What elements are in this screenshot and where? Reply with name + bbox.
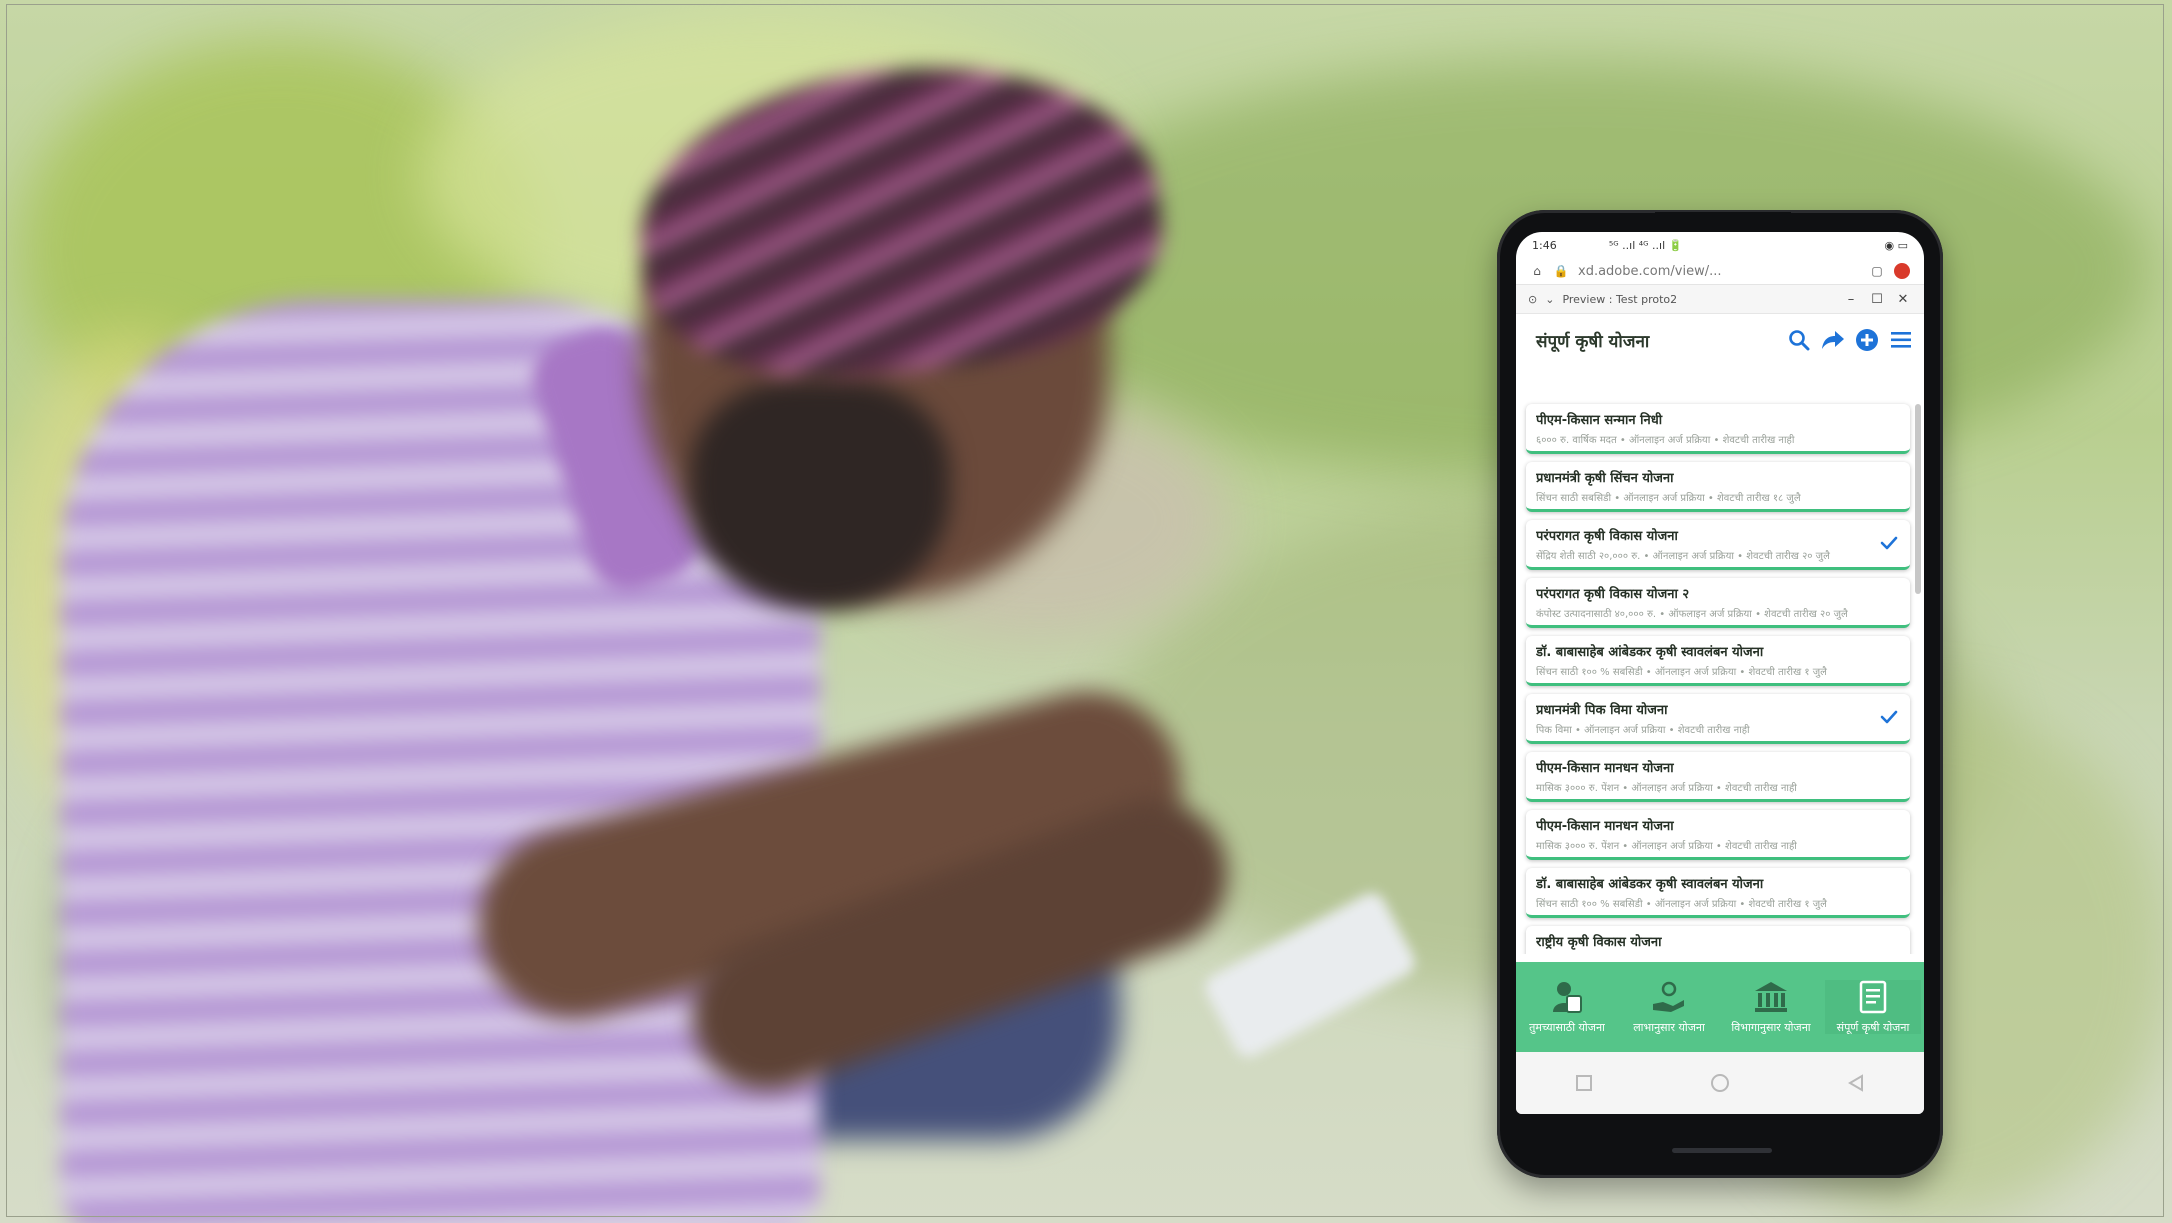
scheme-list[interactable]: पीएम-किसान सन्मान निधी ६००० रु. वार्षिक म… bbox=[1516, 398, 1924, 954]
nav-item-label: विभागानुसार योजना bbox=[1731, 1021, 1811, 1034]
scheme-description: कंपोस्ट उत्पादनासाठी ४०,००० रु. • ऑफलाइन… bbox=[1536, 609, 1848, 620]
scheme-card[interactable]: पीएम-किसान मानधन योजना मासिक ३००० रु. पें… bbox=[1526, 752, 1910, 802]
scheme-description: मासिक ३००० रु. पेंशन • ऑनलाइन अर्ज प्रक्… bbox=[1536, 841, 1797, 852]
nav-item-label: तुमच्यासाठी योजना bbox=[1529, 1021, 1605, 1034]
preview-window-bar: ⊙ ⌄ Preview : Test proto2 – ☐ ✕ bbox=[1516, 285, 1924, 314]
nav-item[interactable]: लाभानुसार योजना bbox=[1621, 980, 1717, 1034]
tabs-icon[interactable]: ▢ bbox=[1870, 264, 1884, 278]
nav-item[interactable]: संपूर्ण कृषी योजना bbox=[1825, 980, 1921, 1034]
scheme-card[interactable]: डॉ. बाबासाहेब आंबेडकर कृषी स्वावलंबन योज… bbox=[1526, 868, 1910, 918]
checkmark-icon bbox=[1880, 710, 1898, 724]
scheme-description: सेंद्रिय शेती साठी २०,००० रु. • ऑनलाइन अ… bbox=[1536, 551, 1830, 562]
scheme-description: पिक विमा • ऑनलाइन अर्ज प्रक्रिया • शेवटच… bbox=[1536, 725, 1750, 736]
back-icon[interactable] bbox=[1843, 1070, 1869, 1096]
scheme-card[interactable]: परंपरागत कृषी विकास योजना २ कंपोस्ट उत्पा… bbox=[1526, 578, 1910, 628]
document-list-icon bbox=[1858, 980, 1888, 1021]
status-battery: ◉ ▭ bbox=[1884, 238, 1909, 252]
url-text[interactable]: xd.adobe.com/view/... bbox=[1578, 264, 1860, 279]
home-circle-icon[interactable] bbox=[1707, 1070, 1733, 1096]
scheme-card[interactable]: प्रधानमंत्री कृषी सिंचन योजना सिंचन साठी … bbox=[1526, 462, 1910, 512]
add-circle-icon[interactable] bbox=[1854, 327, 1880, 353]
person-document-icon bbox=[1550, 980, 1584, 1021]
scheme-description: सिंचन साठी सबसिडी • ऑनलाइन अर्ज प्रक्रिय… bbox=[1536, 493, 1801, 504]
hand-coins-icon bbox=[1651, 980, 1687, 1021]
scheme-description: सिंचन साठी १०० % सबसिडी • ऑनलाइन अर्ज प्… bbox=[1536, 899, 1827, 910]
scheme-description: मासिक ३००० रु. पेंशन • ऑनलाइन अर्ज प्रक्… bbox=[1536, 783, 1797, 794]
scrollbar[interactable] bbox=[1915, 404, 1921, 594]
scheme-name: पीएम-किसान सन्मान निधी bbox=[1536, 413, 1663, 428]
lock-icon: 🔒 bbox=[1553, 264, 1569, 278]
scheme-name: प्रधानमंत्री कृषी सिंचन योजना bbox=[1536, 471, 1674, 486]
minimize-icon[interactable]: – bbox=[1842, 292, 1860, 307]
checkmark-icon bbox=[1880, 536, 1898, 550]
scheme-name: राष्ट्रीय कृषी विकास योजना bbox=[1536, 935, 1662, 950]
scheme-card[interactable]: डॉ. बाबासाहेब आंबेडकर कृषी स्वावलंबन योज… bbox=[1526, 636, 1910, 686]
bottom-navigation: तुमच्यासाठी योजना लाभानुसार योजना विभागानु… bbox=[1516, 962, 1924, 1052]
scheme-name: पीएम-किसान मानधन योजना bbox=[1536, 819, 1674, 834]
nav-item-label: संपूर्ण कृषी योजना bbox=[1836, 1021, 1910, 1034]
scheme-card[interactable]: पीएम-किसान सन्मान निधी ६००० रु. वार्षिक म… bbox=[1526, 404, 1910, 454]
scheme-card[interactable]: प्रधानमंत्री पिक विमा योजना पिक विमा • ऑन… bbox=[1526, 694, 1910, 744]
record-icon[interactable] bbox=[1894, 263, 1910, 279]
scheme-card[interactable]: राष्ट्रीय कृषी विकास योजना bbox=[1526, 926, 1910, 954]
nav-item[interactable]: तुमच्यासाठी योजना bbox=[1519, 980, 1615, 1034]
menu-icon[interactable] bbox=[1888, 327, 1914, 353]
scheme-name: परंपरागत कृषी विकास योजना २ bbox=[1536, 587, 1690, 602]
scheme-card[interactable]: पीएम-किसान मानधन योजना मासिक ३००० रु. पें… bbox=[1526, 810, 1910, 860]
browser-address-bar[interactable]: ⌂ 🔒 xd.adobe.com/view/... ▢ bbox=[1516, 258, 1924, 285]
preview-app-icon: ⊙ bbox=[1528, 292, 1538, 306]
scheme-description: ६००० रु. वार्षिक मदत • ऑनलाइन अर्ज प्रक्… bbox=[1536, 435, 1795, 446]
phone-home-indicator bbox=[1672, 1148, 1772, 1153]
scheme-name: पीएम-किसान मानधन योजना bbox=[1536, 761, 1674, 776]
scheme-name: प्रधानमंत्री पिक विमा योजना bbox=[1536, 703, 1668, 718]
scheme-name: डॉ. बाबासाहेब आंबेडकर कृषी स्वावलंबन योज… bbox=[1536, 645, 1764, 660]
status-time: 1:46 bbox=[1532, 238, 1557, 252]
nav-item[interactable]: विभागानुसार योजना bbox=[1723, 980, 1819, 1034]
preview-title: Preview : Test proto2 bbox=[1562, 292, 1678, 306]
scheme-name: परंपरागत कृषी विकास योजना bbox=[1536, 529, 1678, 544]
scheme-card[interactable]: परंपरागत कृषी विकास योजना सेंद्रिय शेती स… bbox=[1526, 520, 1910, 570]
app-header: संपूर्ण कृषी योजना bbox=[1516, 314, 1924, 366]
search-icon[interactable] bbox=[1786, 327, 1812, 353]
home-icon[interactable]: ⌂ bbox=[1530, 264, 1544, 278]
page-title: संपूर्ण कृषी योजना bbox=[1536, 331, 1650, 352]
recents-icon[interactable] bbox=[1571, 1070, 1597, 1096]
nav-item-label: लाभानुसार योजना bbox=[1633, 1021, 1705, 1034]
scheme-name: डॉ. बाबासाहेब आंबेडकर कृषी स्वावलंबन योज… bbox=[1536, 877, 1764, 892]
share-icon[interactable] bbox=[1820, 327, 1846, 353]
phone-screen: 1:46 ⁵ᴳ ..ıl ⁴ᴳ ..ıl 🔋 ◉ ▭ ⌂ 🔒 xd.adobe.… bbox=[1516, 232, 1924, 1114]
close-icon[interactable]: ✕ bbox=[1894, 292, 1912, 307]
chevron-down-icon[interactable]: ⌄ bbox=[1545, 293, 1554, 306]
android-nav-bar bbox=[1516, 1052, 1924, 1114]
scheme-description: सिंचन साठी १०० % सबसिडी • ऑनलाइन अर्ज प्… bbox=[1536, 667, 1827, 678]
status-bar: 1:46 ⁵ᴳ ..ıl ⁴ᴳ ..ıl 🔋 ◉ ▭ bbox=[1516, 232, 1924, 258]
status-signal: ⁵ᴳ ..ıl ⁴ᴳ ..ıl 🔋 bbox=[1608, 238, 1683, 252]
government-building-icon bbox=[1753, 980, 1789, 1021]
maximize-icon[interactable]: ☐ bbox=[1868, 292, 1886, 307]
